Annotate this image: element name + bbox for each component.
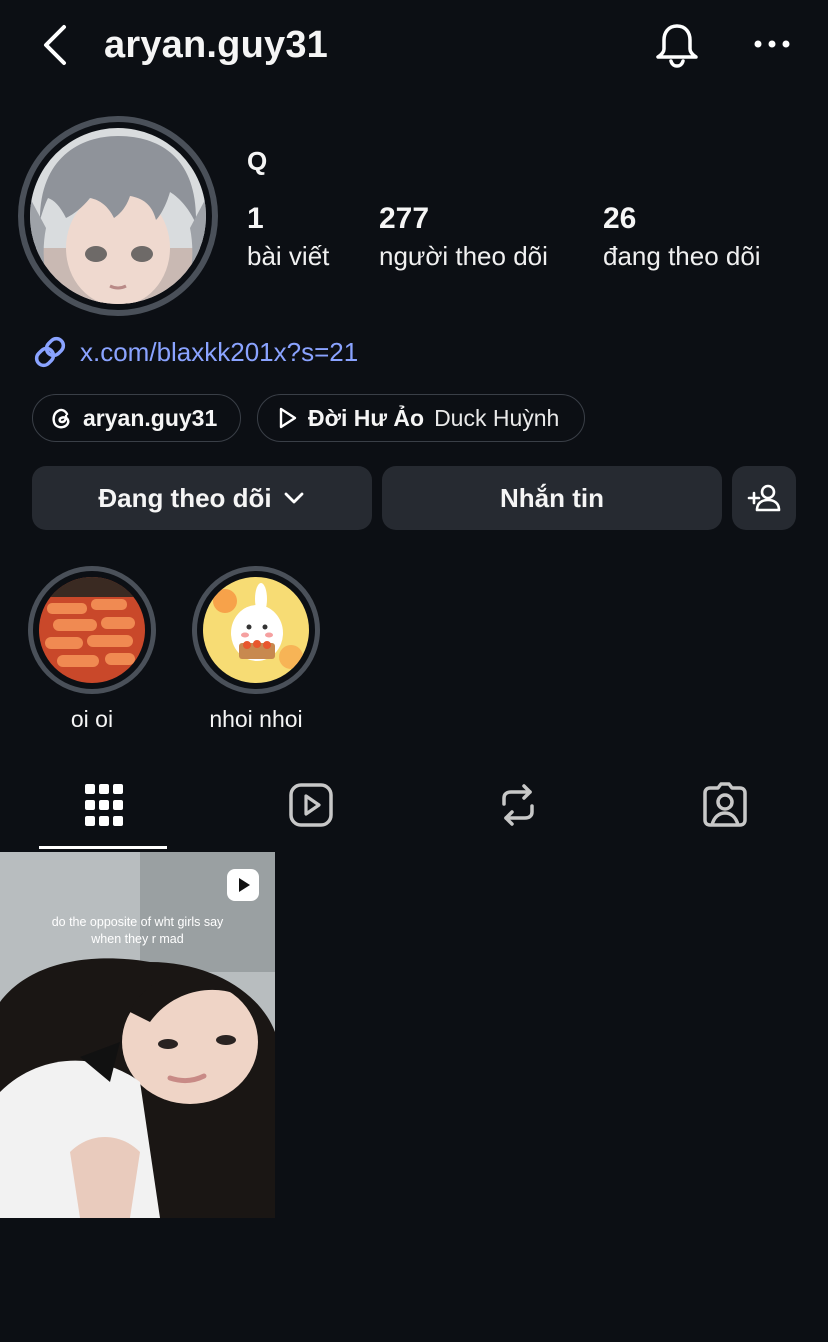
stat-following[interactable]: 26 đang theo dõi [603, 200, 761, 274]
more-options-icon[interactable] [746, 24, 798, 64]
active-tab-indicator [39, 846, 167, 849]
message-button-label: Nhắn tin [500, 482, 604, 513]
link-icon [34, 336, 66, 368]
add-person-icon [747, 484, 781, 512]
grid-icon [84, 784, 123, 826]
display-name: Q [247, 146, 268, 176]
highlight-image-bunny [203, 577, 309, 683]
threads-chip[interactable]: aryan.guy31 [32, 394, 241, 442]
music-artist: Duck Huỳnh [434, 404, 560, 431]
stat-posts-count: 1 [247, 202, 264, 235]
back-icon[interactable] [36, 22, 76, 68]
link-text: x.com/blaxkk201x?s=21 [80, 336, 359, 367]
profile-avatar[interactable] [18, 116, 218, 316]
stat-followers-label: người theo dõi [379, 241, 548, 271]
highlight-label: oi oi [70, 706, 114, 732]
tab-reels[interactable] [207, 760, 414, 850]
add-user-button[interactable] [732, 466, 796, 530]
stat-followers[interactable]: 277 người theo dõi [379, 200, 548, 274]
post-thumbnail[interactable]: do the opposite of wht girls say when th… [0, 852, 275, 1218]
highlight-image-food [39, 577, 145, 683]
profile-link[interactable]: x.com/blaxkk201x?s=21 [32, 334, 358, 370]
bell-icon[interactable] [650, 18, 704, 72]
tagged-icon [702, 782, 747, 827]
post-caption-line-1: do the opposite of wht girls say [51, 915, 224, 929]
threads-username: aryan.guy31 [83, 404, 218, 431]
profile-page: aryan.guy31 Q 1 bài viết 277 người theo … [0, 0, 828, 1342]
highlight-label: nhoi nhoi [209, 706, 303, 732]
reel-icon [226, 868, 260, 902]
reposts-icon [501, 784, 534, 826]
avatar-image [30, 128, 206, 304]
threads-icon [52, 408, 70, 429]
stat-posts[interactable]: 1 bài viết [247, 200, 329, 274]
post-caption-line-2: when they r mad [91, 932, 184, 946]
music-title: Đời Hư Ảo [308, 404, 425, 431]
top-bar: aryan.guy31 [0, 0, 828, 92]
profile-tabs [0, 760, 828, 852]
profile-username: aryan.guy31 [104, 24, 328, 66]
stat-posts-label: bài viết [247, 241, 330, 271]
reels-icon [288, 783, 333, 827]
stat-following-label: đang theo dõi [603, 241, 761, 271]
highlight-oi-oi[interactable]: oi oi [28, 566, 156, 733]
tab-tagged[interactable] [621, 760, 828, 850]
message-button[interactable]: Nhắn tin [382, 466, 722, 530]
post-image [0, 852, 275, 1218]
highlight-nhoi-nhoi[interactable]: nhoi nhoi [192, 566, 320, 733]
following-button-label: Đang theo dõi [98, 482, 272, 513]
tab-grid[interactable] [0, 760, 207, 850]
music-chip[interactable]: Đời Hư Ảo Duck Huỳnh [257, 394, 585, 442]
highlight-ring [28, 566, 156, 694]
post-caption: do the opposite of wht girls say when th… [0, 914, 275, 948]
stat-followers-count: 277 [379, 202, 430, 235]
play-icon [279, 407, 297, 429]
chevron-down-icon [284, 492, 304, 504]
stat-following-count: 26 [603, 202, 637, 235]
following-button[interactable]: Đang theo dõi [32, 466, 372, 530]
highlight-ring [192, 566, 320, 694]
tab-reposts[interactable] [414, 760, 621, 850]
